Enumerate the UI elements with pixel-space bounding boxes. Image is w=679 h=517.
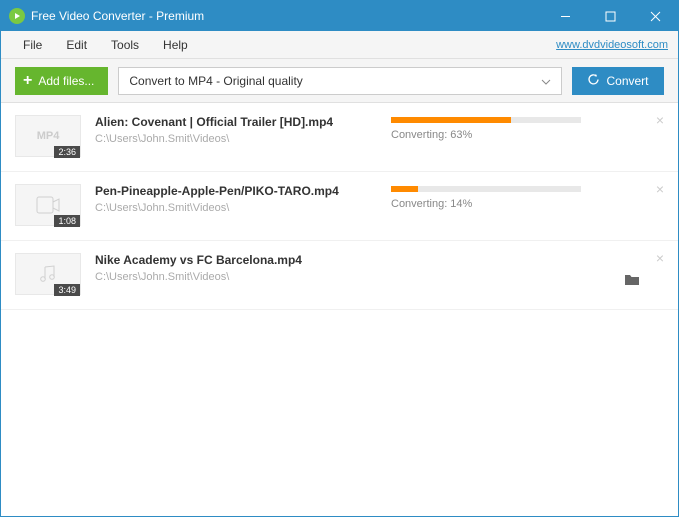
progress-text: Converting: 63% — [391, 129, 634, 141]
file-name: Pen-Pineapple-Apple-Pen/PIKO-TARO.mp4 — [95, 184, 391, 198]
thumbnail: MP4 2:36 — [15, 115, 81, 157]
chevron-down-icon — [541, 74, 551, 88]
toolbar: + Add files... Convert to MP4 - Original… — [1, 59, 678, 103]
thumbnail: 3:49 — [15, 253, 81, 295]
maximize-button[interactable] — [588, 1, 633, 31]
list-item: 1:08 Pen-Pineapple-Apple-Pen/PIKO-TARO.m… — [1, 172, 678, 241]
plus-icon: + — [23, 72, 32, 90]
convert-button[interactable]: Convert — [572, 67, 664, 95]
remove-item-button[interactable]: × — [656, 251, 664, 265]
format-select[interactable]: Convert to MP4 - Original quality — [118, 67, 562, 95]
list-item: MP4 2:36 Alien: Covenant | Official Trai… — [1, 103, 678, 172]
duration-badge: 3:49 — [54, 284, 80, 296]
file-name: Alien: Covenant | Official Trailer [HD].… — [95, 115, 391, 129]
refresh-icon — [587, 73, 600, 89]
thumbnail: 1:08 — [15, 184, 81, 226]
menu-file[interactable]: File — [11, 38, 54, 52]
duration-badge: 2:36 — [54, 146, 80, 158]
add-files-button[interactable]: + Add files... — [15, 67, 108, 95]
file-path: C:\Users\John.Smit\Videos\ — [95, 202, 391, 214]
file-list: MP4 2:36 Alien: Covenant | Official Trai… — [1, 103, 678, 310]
menubar: File Edit Tools Help www.dvdvideosoft.co… — [1, 31, 678, 59]
open-folder-button[interactable] — [624, 273, 640, 291]
menu-edit[interactable]: Edit — [54, 38, 99, 52]
website-link[interactable]: www.dvdvideosoft.com — [556, 39, 668, 51]
progress-bar — [391, 117, 581, 123]
add-files-label: Add files... — [38, 74, 94, 88]
format-label: Convert to MP4 - Original quality — [129, 74, 302, 88]
menu-tools[interactable]: Tools — [99, 38, 151, 52]
list-item: 3:49 Nike Academy vs FC Barcelona.mp4 C:… — [1, 241, 678, 310]
progress-bar — [391, 186, 581, 192]
file-path: C:\Users\John.Smit\Videos\ — [95, 271, 391, 283]
close-button[interactable] — [633, 1, 678, 31]
progress-text: Converting: 14% — [391, 198, 634, 210]
thumb-label: MP4 — [37, 130, 60, 142]
file-name: Nike Academy vs FC Barcelona.mp4 — [95, 253, 391, 267]
app-logo-icon — [9, 8, 25, 24]
video-icon — [36, 196, 60, 214]
remove-item-button[interactable]: × — [656, 113, 664, 127]
music-icon — [38, 264, 58, 284]
remove-item-button[interactable]: × — [656, 182, 664, 196]
menu-help[interactable]: Help — [151, 38, 200, 52]
file-path: C:\Users\John.Smit\Videos\ — [95, 133, 391, 145]
duration-badge: 1:08 — [54, 215, 80, 227]
titlebar: Free Video Converter - Premium — [1, 1, 678, 31]
minimize-button[interactable] — [543, 1, 588, 31]
convert-label: Convert — [606, 74, 648, 88]
window-title: Free Video Converter - Premium — [31, 9, 543, 23]
